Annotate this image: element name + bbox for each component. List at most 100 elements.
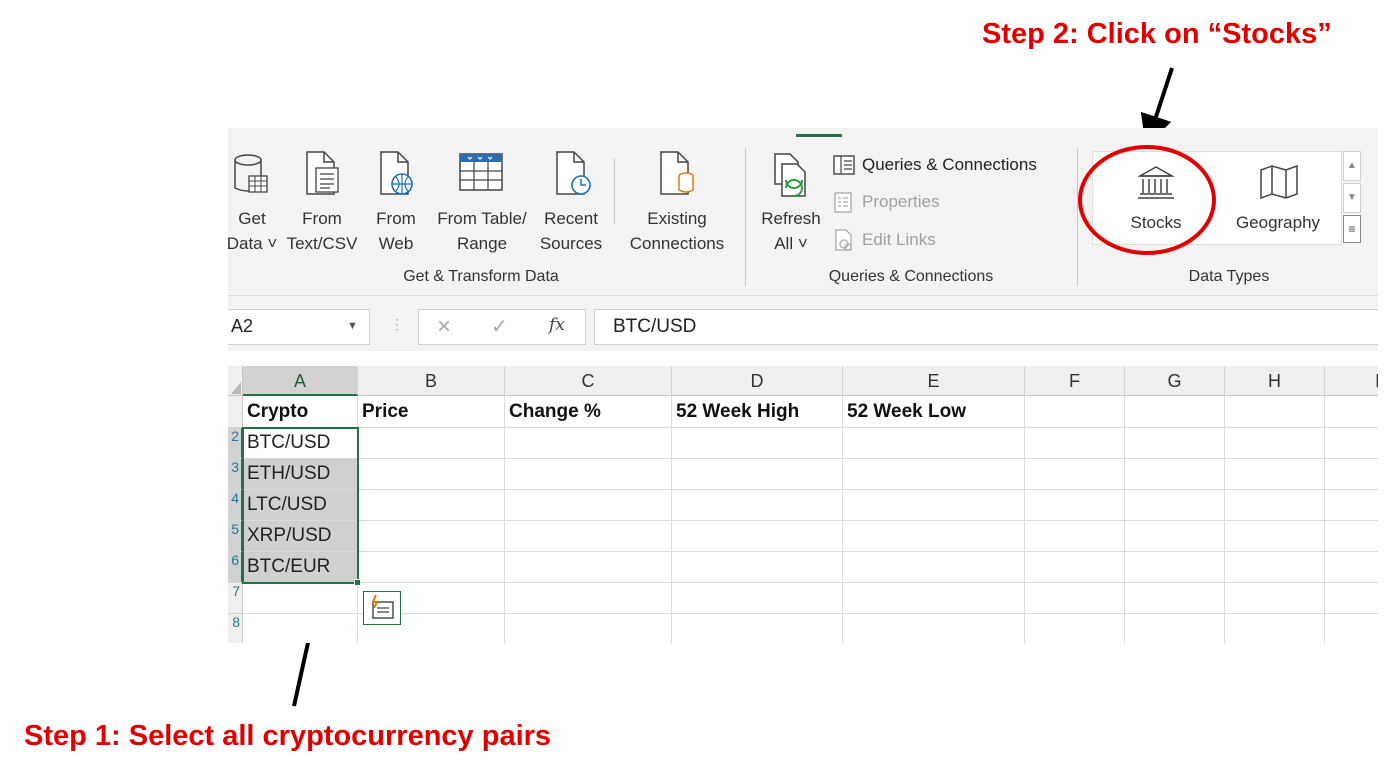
row-header-3[interactable]: 3 <box>228 459 243 490</box>
cell-b2[interactable] <box>358 428 505 459</box>
cell-g8[interactable] <box>1125 614 1225 643</box>
cell-d8[interactable] <box>672 614 843 643</box>
cell-c1[interactable]: Change % <box>505 396 672 428</box>
cell-e2[interactable] <box>843 428 1025 459</box>
cell-g7[interactable] <box>1125 583 1225 614</box>
cell-b5[interactable] <box>358 521 505 552</box>
cell-a1[interactable]: Crypto <box>243 396 358 428</box>
cell-c7[interactable] <box>505 583 672 614</box>
cell-i6[interactable] <box>1325 552 1378 583</box>
cell-f3[interactable] <box>1025 459 1125 490</box>
cell-a7[interactable] <box>243 583 358 614</box>
cell-f7[interactable] <box>1025 583 1125 614</box>
row-header-2[interactable]: 2 <box>228 428 243 459</box>
cell-e7[interactable] <box>843 583 1025 614</box>
cell-c6[interactable] <box>505 552 672 583</box>
cell-e5[interactable] <box>843 521 1025 552</box>
cell-f6[interactable] <box>1025 552 1125 583</box>
cell-d3[interactable] <box>672 459 843 490</box>
cell-h5[interactable] <box>1225 521 1325 552</box>
existing-connections-button[interactable]: Existing Connections <box>620 150 734 270</box>
cell-d4[interactable] <box>672 490 843 521</box>
column-header-d[interactable]: D <box>672 366 843 396</box>
quick-analysis-button[interactable] <box>363 591 401 625</box>
formula-input[interactable]: BTC/USD <box>594 309 1378 345</box>
cell-c4[interactable] <box>505 490 672 521</box>
cell-f1[interactable] <box>1025 396 1125 428</box>
cell-g4[interactable] <box>1125 490 1225 521</box>
column-header-b[interactable]: B <box>358 366 505 396</box>
cell-a3[interactable]: ETH/USD <box>243 459 358 490</box>
properties-button[interactable]: Properties <box>832 191 939 213</box>
cell-g5[interactable] <box>1125 521 1225 552</box>
cell-f8[interactable] <box>1025 614 1125 643</box>
cell-e3[interactable] <box>843 459 1025 490</box>
cell-e1[interactable]: 52 Week Low <box>843 396 1025 428</box>
cell-b3[interactable] <box>358 459 505 490</box>
cell-c2[interactable] <box>505 428 672 459</box>
cell-d2[interactable] <box>672 428 843 459</box>
cell-g6[interactable] <box>1125 552 1225 583</box>
cell-b4[interactable] <box>358 490 505 521</box>
cell-d6[interactable] <box>672 552 843 583</box>
cell-c3[interactable] <box>505 459 672 490</box>
from-table-range-button[interactable]: From Table/ Range <box>430 150 534 270</box>
column-header-f[interactable]: F <box>1025 366 1125 396</box>
row-header-4[interactable]: 4 <box>228 490 243 521</box>
cell-b1[interactable]: Price <box>358 396 505 428</box>
cell-h2[interactable] <box>1225 428 1325 459</box>
cell-i8[interactable] <box>1325 614 1378 643</box>
cell-f5[interactable] <box>1025 521 1125 552</box>
cell-h4[interactable] <box>1225 490 1325 521</box>
enter-check-icon[interactable]: ✓ <box>491 314 508 339</box>
refresh-all-button[interactable]: Refresh All ˅ <box>756 152 826 272</box>
row-header-7[interactable]: 7 <box>228 583 243 614</box>
cell-i7[interactable] <box>1325 583 1378 614</box>
cell-a2[interactable]: BTC/USD <box>243 428 358 459</box>
column-header-e[interactable]: E <box>843 366 1025 396</box>
cell-c8[interactable] <box>505 614 672 643</box>
cell-d1[interactable]: 52 Week High <box>672 396 843 428</box>
gallery-down-button[interactable]: ▼ <box>1343 183 1361 213</box>
column-header-c[interactable]: C <box>505 366 672 396</box>
chevron-down-icon[interactable]: ▼ <box>347 320 358 332</box>
cell-i4[interactable] <box>1325 490 1378 521</box>
cell-a5[interactable]: XRP/USD <box>243 521 358 552</box>
cell-i1[interactable] <box>1325 396 1378 428</box>
cell-e6[interactable] <box>843 552 1025 583</box>
gallery-more-button[interactable]: ≡ <box>1343 215 1361 243</box>
cell-a4[interactable]: LTC/USD <box>243 490 358 521</box>
queries-connections-button[interactable]: Queries & Connections <box>832 154 1037 176</box>
edit-links-button[interactable]: Edit Links <box>832 228 936 252</box>
cell-h8[interactable] <box>1225 614 1325 643</box>
insert-function-icon[interactable]: fx <box>549 315 565 335</box>
row-header-8[interactable]: 8 <box>228 614 243 643</box>
geography-button[interactable]: Geography <box>1222 158 1334 244</box>
cell-i2[interactable] <box>1325 428 1378 459</box>
cell-c5[interactable] <box>505 521 672 552</box>
column-header-h[interactable]: H <box>1225 366 1325 396</box>
column-header-a[interactable]: A <box>243 366 358 396</box>
cell-a8[interactable] <box>243 614 358 643</box>
row-header-5[interactable]: 5 <box>228 521 243 552</box>
cell-f2[interactable] <box>1025 428 1125 459</box>
column-header-g[interactable]: G <box>1125 366 1225 396</box>
get-data-button[interactable]: Get Data ˅ <box>228 150 282 270</box>
cell-b6[interactable] <box>358 552 505 583</box>
cell-g2[interactable] <box>1125 428 1225 459</box>
name-box[interactable]: A2 ▼ <box>228 309 370 345</box>
cell-h3[interactable] <box>1225 459 1325 490</box>
cell-f4[interactable] <box>1025 490 1125 521</box>
column-header-i[interactable]: I <box>1325 366 1378 396</box>
fill-handle[interactable] <box>354 579 361 586</box>
cell-h6[interactable] <box>1225 552 1325 583</box>
cell-d7[interactable] <box>672 583 843 614</box>
gallery-up-button[interactable]: ▲ <box>1343 151 1361 181</box>
cell-e4[interactable] <box>843 490 1025 521</box>
cell-h7[interactable] <box>1225 583 1325 614</box>
row-header-1[interactable] <box>228 396 243 428</box>
cell-h1[interactable] <box>1225 396 1325 428</box>
cell-i3[interactable] <box>1325 459 1378 490</box>
cell-d5[interactable] <box>672 521 843 552</box>
cell-e8[interactable] <box>843 614 1025 643</box>
